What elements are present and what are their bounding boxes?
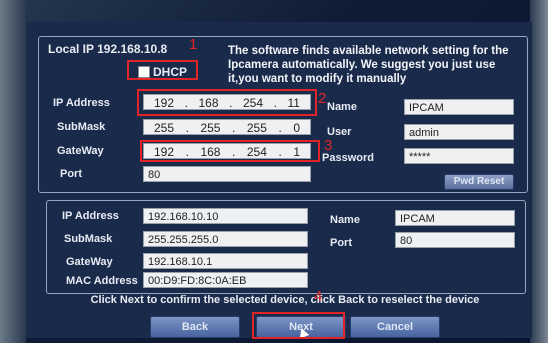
device-gateway-value: 192.168.10.1	[143, 253, 308, 269]
device-ip-label: IP Address	[62, 210, 119, 222]
notice-text: The software finds available network set…	[228, 45, 509, 85]
pwd-reset-button[interactable]: Pwd Reset	[444, 174, 514, 190]
back-button[interactable]: Back	[150, 316, 240, 338]
annotation-box-next	[252, 312, 345, 339]
submask-label: SubMask	[57, 121, 106, 133]
device-submask-value: 255.255.255.0	[143, 231, 308, 247]
password-input[interactable]: *****	[404, 148, 514, 164]
device-name-label: Name	[330, 214, 360, 226]
local-ip-label: Local IP 192.168.10.8	[48, 42, 168, 56]
footer-instruction: Click Next to confirm the selected devic…	[90, 294, 480, 306]
submask-octet-2: 255	[200, 121, 221, 135]
gateway-label: GateWay	[57, 145, 104, 157]
device-submask-label: SubMask	[64, 233, 113, 245]
device-port-label: Port	[330, 237, 352, 249]
port-label: Port	[60, 168, 82, 180]
device-name-value: IPCAM	[395, 210, 515, 226]
user-input[interactable]: admin	[404, 124, 514, 140]
screen: Local IP 192.168.10.8 DHCP The software …	[0, 0, 548, 343]
window-edge-left	[0, 0, 26, 343]
submask-input[interactable]: 255. 255. 255. 0	[143, 119, 311, 135]
annotation-box-ip	[137, 89, 317, 116]
annotation-box-dhcp	[127, 60, 198, 80]
window-edge-right	[530, 0, 548, 343]
device-gateway-label: GateWay	[66, 256, 113, 268]
name-input[interactable]: IPCAM	[404, 99, 514, 115]
port-input[interactable]: 80	[143, 166, 311, 182]
mac-address-value: 00:D9:FD:8C:0A:EB	[143, 272, 308, 288]
annotation-number-3: 3	[324, 137, 333, 154]
submask-octet-1: 255	[154, 121, 175, 135]
device-port-value: 80	[395, 232, 515, 248]
annotation-box-gateway	[140, 140, 320, 162]
cancel-button[interactable]: Cancel	[350, 316, 440, 338]
annotation-number-2: 2	[318, 90, 327, 107]
annotation-number-4: 4	[314, 288, 323, 305]
name-label: Name	[327, 101, 357, 113]
submask-octet-4: 0	[293, 121, 300, 135]
submask-octet-3: 255	[246, 121, 267, 135]
ip-address-label: IP Address	[53, 97, 110, 109]
annotation-number-1: 1	[189, 36, 198, 53]
mac-address-label: MAC Address	[66, 275, 138, 287]
device-ip-value: 192.168.10.10	[143, 208, 308, 224]
